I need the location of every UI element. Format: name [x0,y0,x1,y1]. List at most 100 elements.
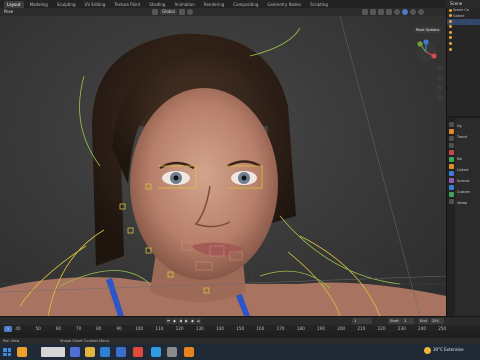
app-icon[interactable] [167,347,177,357]
weather-tray-text[interactable]: 30°C Extensive [433,347,464,352]
edge-browser-icon[interactable] [100,347,110,357]
transform-orientation-dropdown[interactable]: Global [160,9,177,15]
chrome-icon[interactable] [133,347,143,357]
timeline-tick-label: 160 [256,326,265,331]
workspace-tab[interactable]: Shading [146,1,168,8]
playback-controls: ⏮ ◆ ◀ ▶ ◆ ⏭ [166,318,201,324]
visibility-icon[interactable] [362,9,368,15]
viewport-nav-buttons[interactable] [437,65,443,101]
property-row[interactable]: Rel [457,157,462,161]
workspace-tab[interactable]: Scripting [307,1,331,8]
file-explorer-icon[interactable] [85,347,95,357]
store-icon[interactable] [151,347,161,357]
workspace-tab[interactable]: Texture Paint [111,1,143,8]
start-frame-label: Start [388,318,401,324]
material-shading-icon[interactable] [410,9,416,15]
outliner-object-icon [449,8,452,12]
windows-start-icon[interactable] [3,348,11,356]
scene-tab-icon[interactable] [448,150,454,155]
workspace-tab[interactable]: Compositing [230,1,261,8]
physics-tab-icon[interactable] [448,185,454,190]
start-frame-field[interactable]: 1 [402,318,414,324]
modifier-tab-icon[interactable] [448,171,454,176]
navigation-gizmo[interactable] [416,39,437,62]
timeline-ruler[interactable]: 1 40 50 60 70 80 90 100 110 120 130 140 150 160 170 18… [0,325,480,332]
playhead-frame[interactable]: 1 [4,325,12,332]
property-row[interactable]: Inverse [457,179,470,183]
outliner-panel: Scene Co Collect [446,8,480,116]
xray-icon[interactable] [386,9,392,15]
interaction-mode-dropdown[interactable]: Pose [4,9,13,14]
weather-tray-icon[interactable] [424,347,431,354]
outliner-object-icon [449,47,452,51]
viewport-scene [0,16,446,316]
transform-orientation-group: Global [152,9,193,16]
workspace-tab[interactable]: Sculpting [54,1,79,8]
object-tab-icon[interactable] [448,164,454,169]
overlay-icon[interactable] [378,9,384,15]
transform-pivot-icon[interactable] [152,9,158,15]
timeline-tick-label: 70 [75,326,82,331]
next-keyframe-icon[interactable]: ◆ [190,318,195,324]
jump-start-icon[interactable]: ⏮ [166,318,171,324]
timeline-tick-label: 210 [357,326,366,331]
property-row[interactable]: Viewp [457,201,467,205]
workspace-tab[interactable]: Geometry Nodes [264,1,304,8]
properties-panel: rig Transf Rel Collect Inverse Custom Viewp [446,118,480,316]
wireframe-shading-icon[interactable] [394,9,400,15]
weather-widget-icon[interactable] [17,347,27,357]
jump-end-icon[interactable]: ⏭ [196,318,201,324]
timeline-tick-label: 50 [35,326,41,331]
outliner-object-icon [449,36,452,40]
outliner-row[interactable] [447,47,480,53]
render-tab-icon[interactable] [448,129,454,134]
outliner-row-label: Scene Co [453,8,469,12]
timeline-tick-label: 220 [377,326,386,331]
3d-viewport[interactable]: Pose Options [0,16,446,316]
property-row[interactable]: Transf [457,135,467,139]
end-frame-field[interactable]: 250 [430,318,444,324]
outliner-object-icon [449,25,452,29]
world-tab-icon[interactable] [448,157,454,162]
property-row[interactable]: Custom [457,190,470,194]
properties-tabs [447,118,455,316]
property-row[interactable]: Collect [457,168,469,172]
prev-keyframe-icon[interactable]: ◆ [172,318,177,324]
gizmo-icon[interactable] [370,9,376,15]
view-layer-tab-icon[interactable] [448,143,454,148]
workspace-tab[interactable]: Rendering [201,1,227,8]
task-view-icon[interactable] [70,347,80,357]
timeline-tick-label: 240 [418,326,426,331]
tool-tab-icon[interactable] [448,122,454,127]
timeline-tick-label: 140 [216,326,224,331]
play-reverse-icon[interactable]: ◀ [178,318,183,324]
viewport-header: Pose Global [0,8,446,16]
blender-taskbar-icon[interactable] [184,347,194,357]
particles-tab-icon[interactable] [448,178,454,183]
outliner-object-icon [449,14,452,18]
workspace-tab[interactable]: UV Editing [82,1,109,8]
armature-data-tab-icon[interactable] [448,192,454,197]
timeline-tick-label: 180 [296,326,305,331]
pose-options-button[interactable]: Pose Options [414,27,442,33]
solid-shading-icon[interactable] [402,9,408,15]
timeline-tick-label: 110 [155,326,164,331]
current-frame-field[interactable]: 1 [352,318,372,324]
workspace-tab[interactable]: Animation [171,1,197,8]
play-icon[interactable]: ▶ [184,318,189,324]
proportional-edit-icon[interactable] [186,9,193,15]
snap-icon[interactable] [178,9,185,15]
taskbar-search-box[interactable] [41,347,65,357]
output-tab-icon[interactable] [448,136,454,141]
timeline-tick-label: 200 [337,326,346,331]
mail-icon[interactable] [116,347,126,357]
rendered-shading-icon[interactable] [418,9,424,15]
workspace-tab[interactable]: Modeling [27,1,51,8]
end-frame-label: End [418,318,429,324]
viewport-shading-tools [362,9,424,15]
workspace-tab[interactable]: Layout [4,1,24,8]
timeline-tick-label: 40 [15,326,21,331]
bone-tab-icon[interactable] [448,199,454,204]
outliner-row-label: Collect [453,13,465,18]
property-row[interactable]: rig [457,124,462,128]
